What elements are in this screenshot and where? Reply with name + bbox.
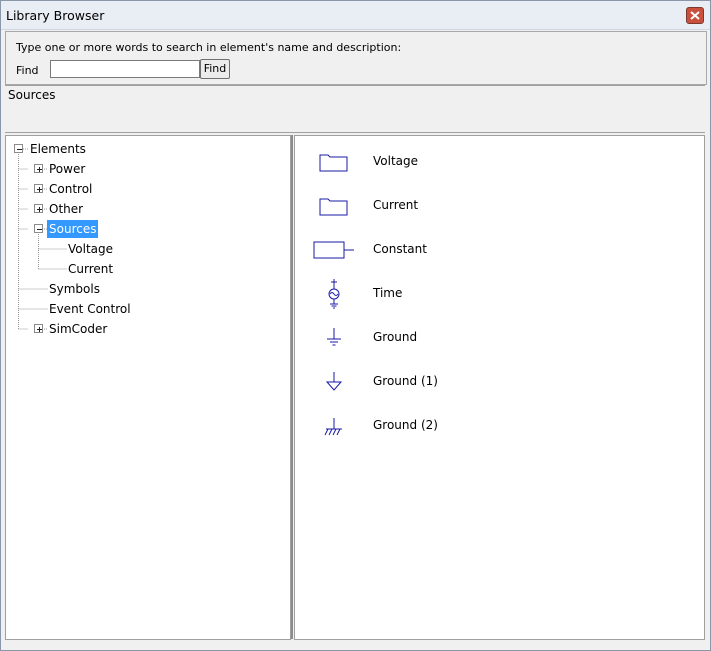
tree-node-voltage[interactable]: Voltage xyxy=(68,240,113,258)
tree-expander-elements[interactable] xyxy=(14,144,23,153)
selected-path-bar: Sources xyxy=(5,85,705,133)
constant-source-icon xyxy=(313,241,354,259)
list-item-label: Ground (2) xyxy=(373,418,438,432)
list-item-label: Current xyxy=(373,198,419,212)
folder-icon xyxy=(319,154,348,172)
tree-expander-simcoder[interactable] xyxy=(34,324,43,333)
minus-icon xyxy=(17,149,22,150)
window-title: Library Browser xyxy=(6,8,105,23)
plus-icon xyxy=(37,327,42,332)
find-label: Find xyxy=(16,64,39,77)
tree-node-current[interactable]: Current xyxy=(68,260,113,278)
tree-expander-other[interactable] xyxy=(34,204,43,213)
element-tree[interactable]: Elements Power Control Other Sources Vol… xyxy=(5,135,291,640)
list-item-label: Ground (1) xyxy=(373,374,438,388)
time-source-icon xyxy=(328,279,340,309)
tree-node-other[interactable]: Other xyxy=(49,200,83,218)
plus-icon xyxy=(37,187,42,192)
close-icon xyxy=(690,11,700,20)
search-hint: Type one or more words to search in elem… xyxy=(16,41,402,54)
tree-node-event-control[interactable]: Event Control xyxy=(49,300,131,318)
tree-expander-sources[interactable] xyxy=(34,224,43,233)
folder-icon xyxy=(319,198,348,216)
library-browser-window: Library Browser Type one or more words t… xyxy=(0,0,711,651)
list-item-voltage[interactable]: Voltage xyxy=(295,145,695,179)
close-button[interactable] xyxy=(686,7,704,24)
plus-icon xyxy=(37,167,42,172)
list-item-constant[interactable]: Constant xyxy=(295,233,695,267)
list-item-label: Constant xyxy=(373,242,427,256)
tree-expander-control[interactable] xyxy=(34,184,43,193)
selected-path-text: Sources xyxy=(8,88,56,102)
minus-icon xyxy=(37,229,42,230)
list-item-ground[interactable]: Ground xyxy=(295,321,695,355)
list-item-current[interactable]: Current xyxy=(295,189,695,223)
tree-node-power[interactable]: Power xyxy=(49,160,85,178)
find-input[interactable] xyxy=(50,60,200,78)
list-item-ground-1[interactable]: Ground (1) xyxy=(295,365,695,399)
plus-icon xyxy=(37,207,42,212)
find-button[interactable]: Find xyxy=(200,59,230,79)
tree-node-symbols[interactable]: Symbols xyxy=(49,280,100,298)
title-bar[interactable]: Library Browser xyxy=(1,1,710,30)
tree-expander-power[interactable] xyxy=(34,164,43,173)
pane-splitter[interactable] xyxy=(291,135,293,639)
chassis-ground-icon xyxy=(324,418,342,436)
ground-arrow-icon xyxy=(325,372,343,391)
list-item-label: Time xyxy=(373,286,403,300)
list-item-time[interactable]: Time xyxy=(295,277,695,311)
search-panel: Type one or more words to search in elem… xyxy=(5,31,707,85)
list-item-ground-2[interactable]: Ground (2) xyxy=(295,409,695,443)
list-item-label: Ground xyxy=(373,330,418,344)
element-list[interactable]: Voltage Current Constant Time Ground Gro… xyxy=(294,135,705,640)
tree-node-sources[interactable]: Sources xyxy=(47,220,99,238)
tree-node-elements[interactable]: Elements xyxy=(30,140,86,158)
tree-node-simcoder[interactable]: SimCoder xyxy=(49,320,107,338)
tree-node-control[interactable]: Control xyxy=(49,180,92,198)
ground-icon xyxy=(327,328,341,346)
list-item-label: Voltage xyxy=(373,154,419,168)
